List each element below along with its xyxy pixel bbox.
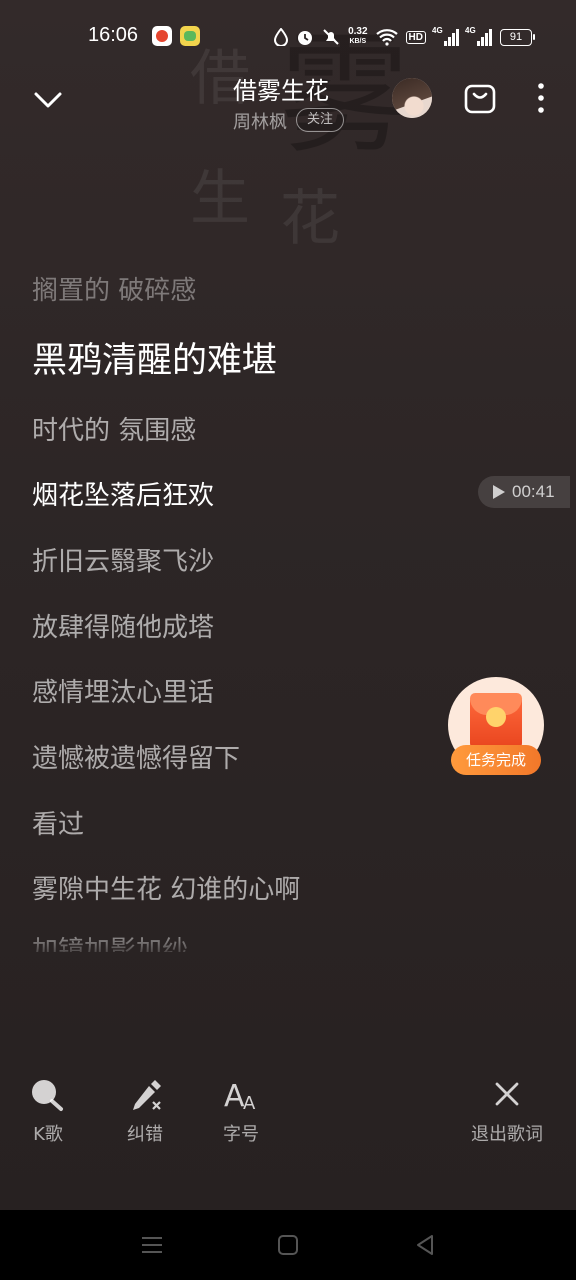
lyric-line[interactable]: 烟花坠落后狂欢: [32, 475, 214, 512]
lyric-line-current[interactable]: 黑鸦清醒的难堪: [32, 332, 277, 383]
wifi-icon: [375, 29, 398, 46]
font-size-icon: AA: [224, 1079, 256, 1112]
svg-text:A: A: [224, 1079, 245, 1112]
lyric-line[interactable]: 放肆得随他成塔: [32, 607, 214, 644]
karaoke-button[interactable]: K歌: [8, 1078, 88, 1146]
font-size-label: 字号: [223, 1124, 259, 1145]
follow-button[interactable]: 关注: [296, 108, 345, 132]
chevron-down-icon[interactable]: [30, 82, 66, 118]
song-title[interactable]: 借雾生花: [233, 71, 329, 106]
correct-button[interactable]: 纠错: [105, 1078, 185, 1146]
more-icon[interactable]: [528, 80, 554, 116]
alarm-icon: [298, 31, 313, 45]
correct-label: 纠错: [127, 1124, 163, 1145]
svg-text:A: A: [243, 1093, 256, 1112]
lyrics-panel[interactable]: 搁置的 破碎感 黑鸦清醒的难堪 时代的 氛围感 烟花坠落后狂欢 折旧云翳聚飞沙 …: [0, 262, 576, 952]
artist-name[interactable]: 周林枫: [233, 108, 287, 134]
font-size-button[interactable]: AA 字号: [201, 1078, 281, 1146]
net-speed: 0.32 KB/S: [348, 26, 368, 46]
battery-indicator: 91: [500, 28, 535, 46]
lyric-line[interactable]: 折旧云翳聚飞沙: [32, 541, 214, 578]
exit-lyrics-button[interactable]: 退出歌词: [460, 1078, 554, 1146]
status-time: 16:06: [88, 24, 139, 46]
mute-icon: [323, 29, 339, 45]
system-nav-bar: [0, 1210, 576, 1280]
app-notification-icon: [180, 26, 200, 46]
task-reward-widget[interactable]: 任务完成: [448, 677, 544, 777]
search-mic-icon: [32, 1080, 63, 1111]
hd-badge: HD: [405, 30, 426, 44]
status-bar: 16:06 0.32 KB/S HD 4G 4G 91: [0, 0, 576, 74]
lyric-line[interactable]: 加镜加影加纱: [32, 930, 188, 952]
lyric-line[interactable]: 时代的 氛围感: [32, 410, 196, 447]
avatar[interactable]: [392, 78, 432, 118]
seek-to-lyric-button[interactable]: 00:41: [478, 476, 570, 508]
exit-lyrics-label: 退出歌词: [471, 1124, 543, 1145]
task-complete-badge: 任务完成: [451, 745, 541, 775]
seek-time: 00:41: [512, 482, 555, 501]
lyric-line[interactable]: 看过: [32, 804, 84, 841]
back-icon[interactable]: [412, 1232, 440, 1258]
lyric-line[interactable]: 搁置的 破碎感: [32, 270, 196, 307]
pen-icon: [133, 1080, 161, 1110]
lyric-line[interactable]: 遗憾被遗憾得留下: [32, 738, 240, 775]
app-notification-icon: [152, 26, 172, 46]
lyric-line[interactable]: 雾隙中生花 幻谁的心啊: [32, 869, 300, 906]
signal-icon: 4G: [465, 26, 492, 46]
menu-icon[interactable]: [138, 1232, 166, 1258]
play-icon: [493, 485, 505, 499]
home-icon[interactable]: [274, 1232, 302, 1258]
signal-icon: 4G: [432, 26, 459, 46]
drop-icon: [274, 28, 289, 46]
karaoke-label: K歌: [33, 1124, 63, 1145]
lyric-line[interactable]: 感情埋汰心里话: [32, 672, 214, 709]
close-icon: [495, 1082, 519, 1106]
cart-icon[interactable]: [462, 80, 498, 116]
